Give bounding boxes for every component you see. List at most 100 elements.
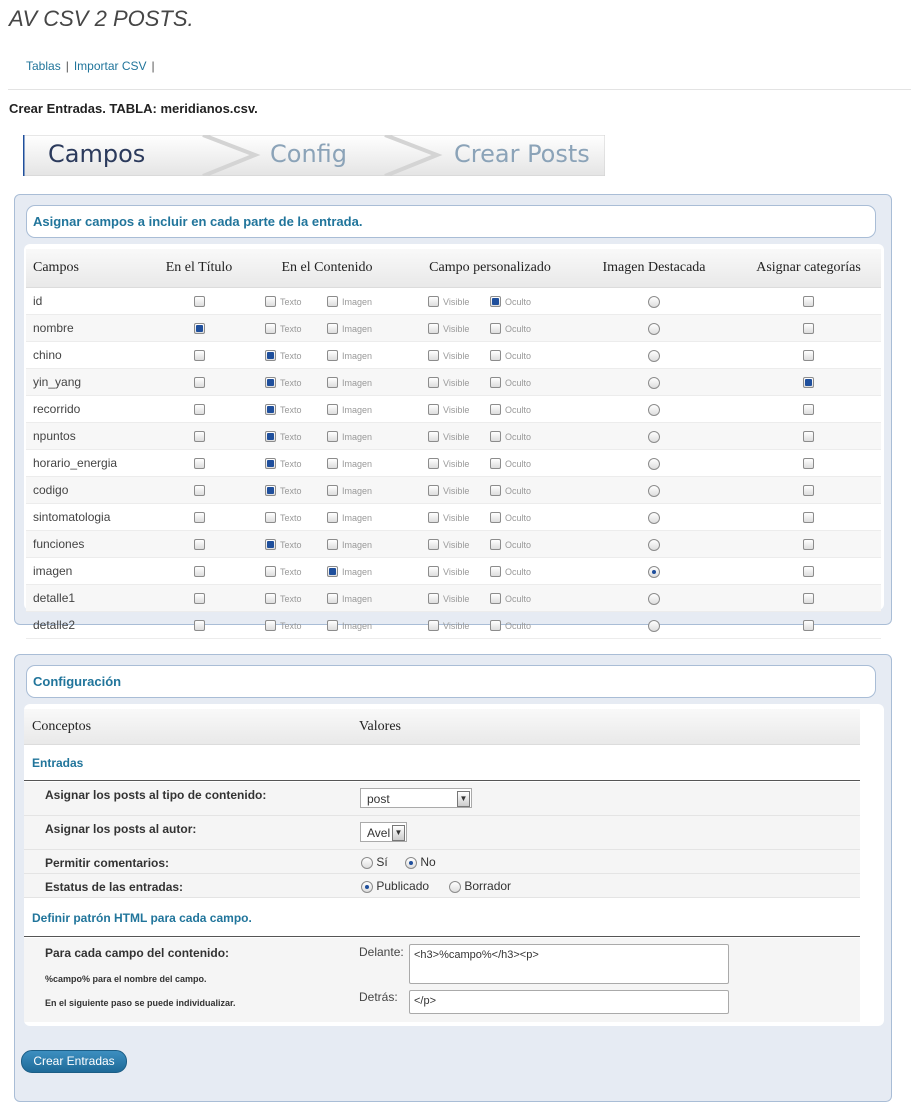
content-image-checkbox[interactable] xyxy=(327,620,338,632)
custom-visible-checkbox[interactable] xyxy=(428,566,439,578)
content-image-checkbox[interactable] xyxy=(327,377,338,389)
category-checkbox[interactable] xyxy=(803,512,814,524)
custom-visible-checkbox[interactable] xyxy=(428,323,439,335)
custom-visible-checkbox[interactable] xyxy=(428,404,439,416)
category-checkbox[interactable] xyxy=(803,431,814,443)
featured-image-radio[interactable] xyxy=(648,511,660,524)
category-checkbox[interactable] xyxy=(803,323,814,335)
comments-no-radio[interactable] xyxy=(405,856,417,869)
custom-visible-checkbox[interactable] xyxy=(428,296,439,308)
featured-image-radio[interactable] xyxy=(648,403,660,416)
status-publicado-option[interactable]: Publicado xyxy=(361,879,429,893)
custom-visible-checkbox[interactable] xyxy=(428,512,439,524)
content-image-checkbox[interactable] xyxy=(327,566,338,578)
title-checkbox[interactable] xyxy=(193,458,205,470)
category-checkbox[interactable] xyxy=(803,350,814,362)
category-checkbox[interactable] xyxy=(803,539,814,551)
content-text-checkbox[interactable] xyxy=(265,431,276,443)
crear-entradas-button[interactable]: Crear Entradas xyxy=(21,1050,127,1073)
custom-visible-checkbox[interactable] xyxy=(428,377,439,389)
custom-hidden-checkbox[interactable] xyxy=(490,620,501,632)
title-checkbox[interactable] xyxy=(193,566,205,578)
featured-image-radio[interactable] xyxy=(648,322,660,335)
featured-image-radio[interactable] xyxy=(648,619,660,632)
custom-visible-checkbox[interactable] xyxy=(428,539,439,551)
status-borrador-radio[interactable] xyxy=(449,880,461,893)
custom-visible-checkbox[interactable] xyxy=(428,593,439,605)
content-text-checkbox[interactable] xyxy=(265,404,276,416)
content-image-checkbox[interactable] xyxy=(327,485,338,497)
step-campos[interactable]: Campos xyxy=(48,135,145,174)
author-select[interactable]: Avel ▼ xyxy=(360,822,407,842)
title-checkbox[interactable] xyxy=(193,404,205,416)
before-textarea[interactable]: <h3>%campo%</h3><p> xyxy=(409,944,729,984)
custom-hidden-checkbox[interactable] xyxy=(490,296,501,308)
custom-hidden-checkbox[interactable] xyxy=(490,485,501,497)
content-image-checkbox[interactable] xyxy=(327,539,338,551)
featured-image-radio[interactable] xyxy=(648,565,660,578)
content-text-checkbox[interactable] xyxy=(265,593,276,605)
custom-hidden-checkbox[interactable] xyxy=(490,323,501,335)
content-text-checkbox[interactable] xyxy=(265,296,276,308)
category-checkbox[interactable] xyxy=(803,458,814,470)
comments-si-option[interactable]: Sí xyxy=(361,855,388,869)
custom-visible-checkbox[interactable] xyxy=(428,350,439,362)
custom-hidden-checkbox[interactable] xyxy=(490,566,501,578)
title-checkbox[interactable] xyxy=(193,296,205,308)
custom-visible-checkbox[interactable] xyxy=(428,458,439,470)
custom-visible-checkbox[interactable] xyxy=(428,620,439,632)
after-textarea[interactable]: </p> xyxy=(409,990,729,1014)
category-checkbox[interactable] xyxy=(803,377,814,389)
category-checkbox[interactable] xyxy=(803,296,814,308)
custom-hidden-checkbox[interactable] xyxy=(490,404,501,416)
content-image-checkbox[interactable] xyxy=(327,350,338,362)
content-image-checkbox[interactable] xyxy=(327,458,338,470)
custom-hidden-checkbox[interactable] xyxy=(490,539,501,551)
featured-image-radio[interactable] xyxy=(648,538,660,551)
status-borrador-option[interactable]: Borrador xyxy=(449,879,511,893)
category-checkbox[interactable] xyxy=(803,593,814,605)
comments-si-radio[interactable] xyxy=(361,856,373,869)
title-checkbox[interactable] xyxy=(193,539,205,551)
featured-image-radio[interactable] xyxy=(648,592,660,605)
custom-visible-checkbox[interactable] xyxy=(428,431,439,443)
title-checkbox[interactable] xyxy=(193,593,205,605)
custom-hidden-checkbox[interactable] xyxy=(490,593,501,605)
title-checkbox[interactable] xyxy=(193,431,205,443)
featured-image-radio[interactable] xyxy=(648,376,660,389)
custom-hidden-checkbox[interactable] xyxy=(490,350,501,362)
content-text-checkbox[interactable] xyxy=(265,458,276,470)
content-text-checkbox[interactable] xyxy=(265,566,276,578)
content-text-checkbox[interactable] xyxy=(265,512,276,524)
category-checkbox[interactable] xyxy=(803,620,814,632)
featured-image-radio[interactable] xyxy=(648,484,660,497)
content-text-checkbox[interactable] xyxy=(265,377,276,389)
featured-image-radio[interactable] xyxy=(648,430,660,443)
title-checkbox[interactable] xyxy=(193,512,205,524)
featured-image-radio[interactable] xyxy=(648,349,660,362)
content-text-checkbox[interactable] xyxy=(265,539,276,551)
title-checkbox[interactable] xyxy=(193,377,205,389)
custom-hidden-checkbox[interactable] xyxy=(490,431,501,443)
content-text-checkbox[interactable] xyxy=(265,323,276,335)
content-text-checkbox[interactable] xyxy=(265,620,276,632)
category-checkbox[interactable] xyxy=(803,566,814,578)
content-image-checkbox[interactable] xyxy=(327,404,338,416)
title-checkbox[interactable] xyxy=(193,350,205,362)
step-config[interactable]: Config xyxy=(270,135,347,174)
title-checkbox[interactable] xyxy=(193,323,205,335)
content-image-checkbox[interactable] xyxy=(327,323,338,335)
content-image-checkbox[interactable] xyxy=(327,431,338,443)
content-image-checkbox[interactable] xyxy=(327,296,338,308)
nav-link-importar-csv[interactable]: Importar CSV xyxy=(74,59,147,73)
custom-hidden-checkbox[interactable] xyxy=(490,377,501,389)
content-text-checkbox[interactable] xyxy=(265,350,276,362)
featured-image-radio[interactable] xyxy=(648,295,660,308)
featured-image-radio[interactable] xyxy=(648,457,660,470)
content-image-checkbox[interactable] xyxy=(327,593,338,605)
post-type-select[interactable]: post ▼ xyxy=(360,788,472,808)
custom-visible-checkbox[interactable] xyxy=(428,485,439,497)
category-checkbox[interactable] xyxy=(803,404,814,416)
title-checkbox[interactable] xyxy=(193,485,205,497)
status-publicado-radio[interactable] xyxy=(361,880,373,893)
